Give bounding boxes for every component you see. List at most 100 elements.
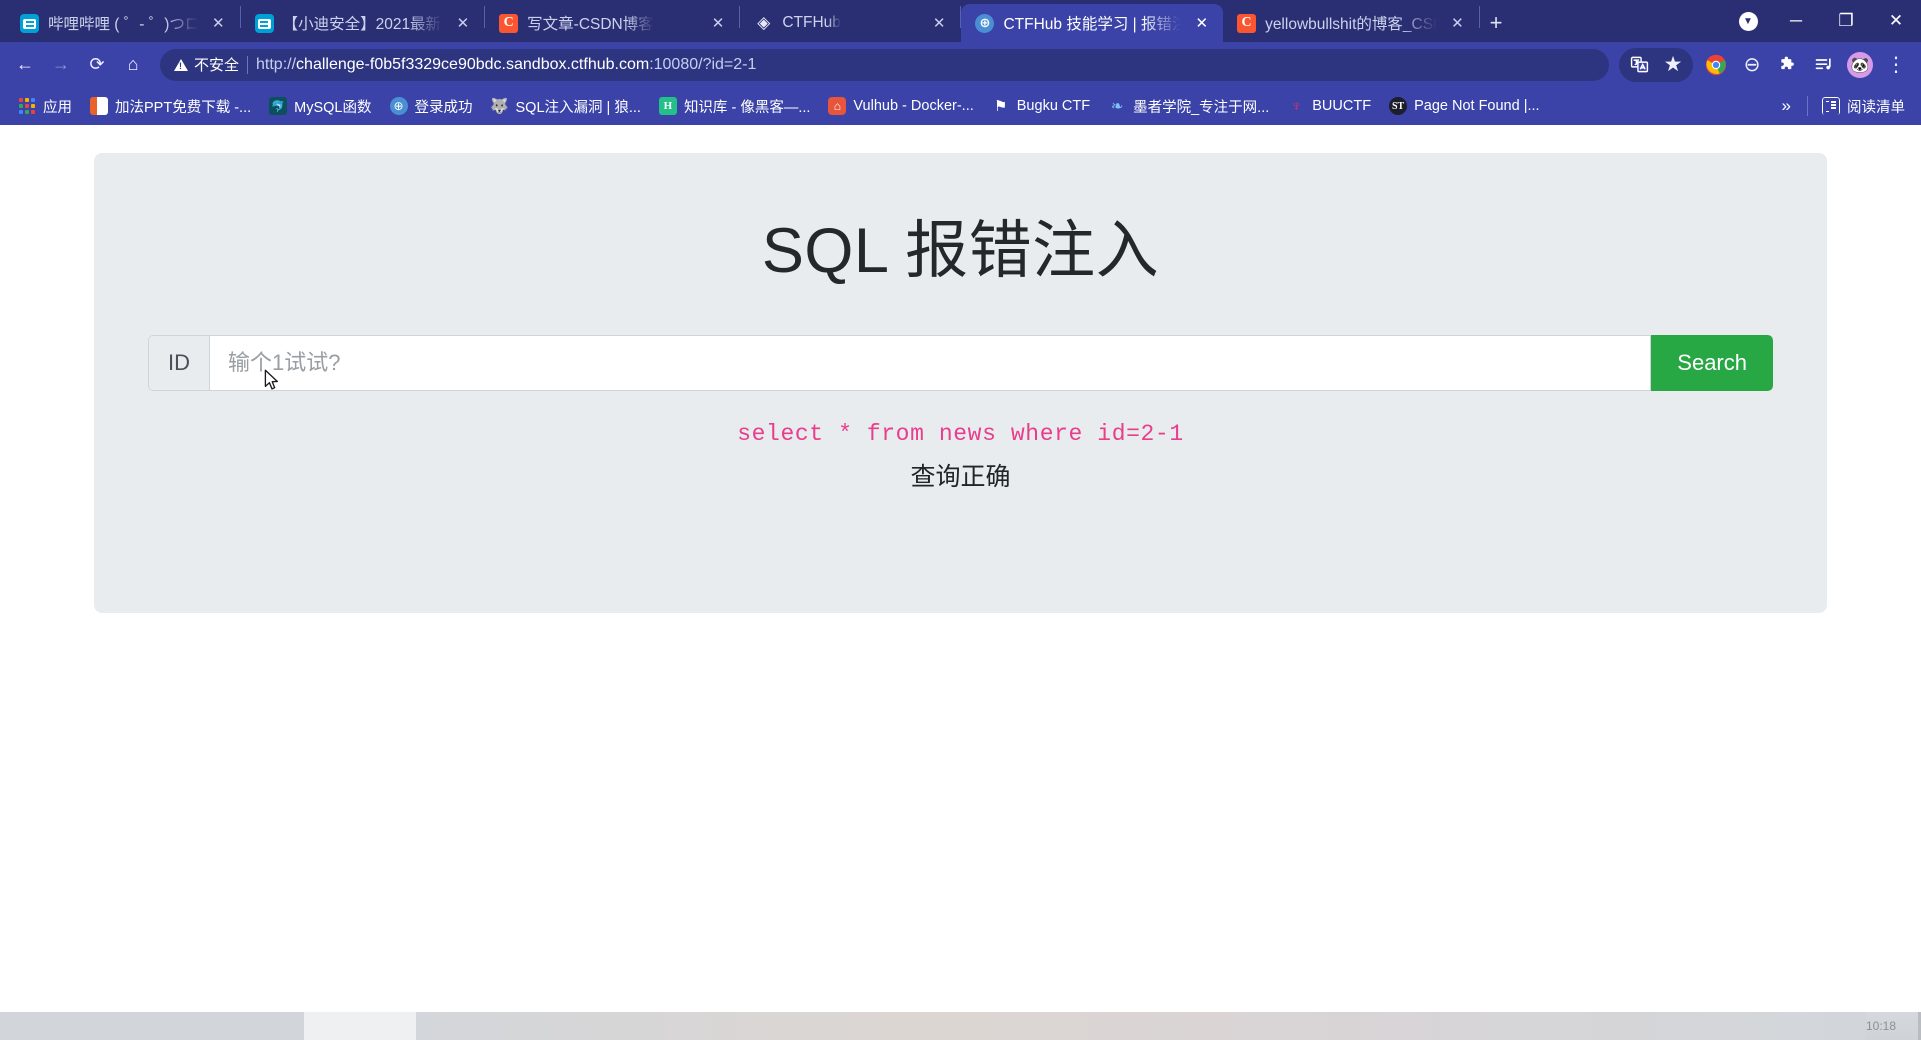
st-icon: ST — [1389, 97, 1408, 115]
search-button[interactable]: Search — [1651, 335, 1773, 392]
bookmark-item-mysql[interactable]: 🐬 MySQL函数 — [261, 92, 379, 121]
wolf-icon: 🐺 — [490, 98, 509, 115]
tab-close-button[interactable]: ✕ — [707, 13, 730, 34]
reload-button[interactable]: ⟳ — [80, 48, 114, 82]
block-circle-icon[interactable]: ⊖ — [1735, 48, 1769, 82]
warning-triangle-icon — [174, 58, 188, 71]
tab-strip: 哔哩哔哩 ( ゜- ゜)つロ 干杯~ ✕ 【小迪安全】2021最新 web ✕ … — [0, 0, 1921, 42]
bookmark-item-vulhub[interactable]: ⌂ Vulhub - Docker-... — [820, 93, 981, 119]
extensions-puzzle-icon[interactable] — [1771, 48, 1805, 82]
home-button[interactable]: ⌂ — [116, 48, 150, 82]
chrome-logo-icon[interactable] — [1699, 48, 1733, 82]
toolbar-actions: ★ ⊖ 🐼 ⋮ — [1619, 47, 1913, 82]
vulhub-icon: ⌂ — [828, 97, 847, 115]
page-viewport: SQL 报错注入 ID Search select * from news wh… — [0, 125, 1921, 1040]
globe-icon: ⊕ — [389, 97, 408, 115]
bookmark-label: Vulhub - Docker-... — [853, 98, 974, 114]
address-bar[interactable]: 不安全 http://challenge-f0b5f3329ce90bdc.sa… — [160, 48, 1609, 81]
bookmarks-divider — [1807, 96, 1808, 116]
csdn-icon: C — [499, 13, 519, 33]
translate-icon[interactable] — [1622, 48, 1656, 82]
reading-list-label: 阅读清单 — [1847, 99, 1905, 116]
browser-tab-2[interactable]: 【小迪安全】2021最新 web ✕ — [241, 4, 485, 42]
reading-list-button[interactable]: 阅读清单 — [1814, 92, 1913, 121]
tab-close-button[interactable]: ✕ — [452, 13, 475, 34]
id-label: ID — [148, 335, 209, 392]
bookmark-label: 应用 — [43, 99, 72, 116]
bilibili-icon — [254, 13, 274, 33]
sql-query-text: select * from news where id=2-1 — [737, 421, 1184, 448]
jumbotron-card: SQL 报错注入 ID Search select * from news wh… — [94, 153, 1827, 613]
bilibili-icon — [20, 13, 39, 33]
tab-close-button[interactable]: ✕ — [1446, 13, 1469, 34]
tab-title: CTFHub 技能学习 | 报错注 — [1003, 16, 1182, 33]
bookmark-star-icon[interactable]: ★ — [1656, 48, 1690, 82]
buuctf-icon: ♆ — [1290, 97, 1302, 115]
id-input[interactable] — [209, 335, 1652, 392]
bookmark-item-pagenotfound[interactable]: ST Page Not Found |... — [1381, 93, 1547, 119]
bookmark-apps[interactable]: 应用 — [10, 92, 80, 121]
forward-button[interactable]: → — [44, 48, 78, 82]
bookmark-item-buuctf[interactable]: ♆ BUUCTF — [1279, 93, 1379, 119]
media-list-icon[interactable] — [1807, 48, 1841, 82]
bookmark-label: 加法PPT免费下载 -... — [115, 99, 252, 116]
browser-tab-1[interactable]: 哔哩哔哩 ( ゜- ゜)つロ 干杯~ ✕ — [6, 4, 240, 42]
tab-title: yellowbullshit的博客_CSD — [1265, 16, 1438, 33]
omnibox-actions-pill: ★ — [1619, 47, 1693, 82]
bookmark-label: Page Not Found |... — [1414, 98, 1540, 114]
knowledge-icon: H — [658, 97, 677, 115]
bookmark-item-mozhe[interactable]: ❧ 墨者学院_专注于网... — [1100, 92, 1277, 121]
browser-tab-4[interactable]: ◈ CTFHub ✕ — [740, 4, 960, 42]
bookmark-label: 登录成功 — [414, 99, 473, 116]
tab-close-button[interactable]: ✕ — [928, 13, 951, 34]
mozhe-icon: ❧ — [1110, 98, 1124, 115]
not-secure-label: 不安全 — [194, 57, 240, 74]
browser-window: 哔哩哔哩 ( ゜- ゜)つロ 干杯~ ✕ 【小迪安全】2021最新 web ✕ … — [0, 0, 1921, 1040]
bookmark-item-bugku[interactable]: ⚑ Bugku CTF — [984, 93, 1098, 119]
bookmarks-overflow-button[interactable]: » — [1772, 94, 1801, 118]
browser-tab-6[interactable]: C yellowbullshit的博客_CSD ✕ — [1223, 4, 1479, 42]
tab-title: 【小迪安全】2021最新 web — [282, 16, 443, 33]
panda-avatar-icon: 🐼 — [1847, 51, 1873, 78]
windows-taskbar[interactable]: 10:18 — [0, 1012, 1921, 1040]
csdn-icon: C — [1237, 13, 1257, 33]
window-controls: ▼ ─ ❐ ✕ — [1729, 0, 1921, 42]
bookmark-item-ppt[interactable]: 加法PPT免费下载 -... — [82, 92, 259, 121]
bookmark-item-sqlinject[interactable]: 🐺 SQL注入漏洞 | 狼... — [483, 92, 649, 121]
tab-close-button[interactable]: ✕ — [207, 13, 230, 34]
taskbar-clock[interactable]: 10:18 — [1866, 1019, 1896, 1033]
url-path: :10080/?id=2-1 — [649, 55, 757, 73]
tab-close-button[interactable]: ✕ — [1190, 13, 1213, 34]
minimize-button[interactable]: ─ — [1771, 0, 1821, 42]
apps-grid-icon — [18, 97, 36, 115]
back-button[interactable]: ← — [8, 48, 42, 82]
reading-list-icon — [1822, 97, 1840, 115]
profile-chip-button[interactable]: ▼ — [1729, 2, 1767, 40]
mysql-icon: 🐬 — [269, 97, 288, 115]
bookmark-item-login[interactable]: ⊕ 登录成功 — [382, 92, 481, 121]
not-secure-indicator[interactable]: 不安全 — [174, 54, 239, 75]
flag-icon: ⚑ — [994, 98, 1008, 115]
bookmark-label: 知识库 - 像黑客—... — [683, 99, 811, 116]
maximize-button[interactable]: ❐ — [1821, 0, 1871, 42]
taskbar-segment-active — [304, 1012, 416, 1040]
browser-menu-button[interactable]: ⋮ — [1879, 48, 1913, 82]
query-result-message: 查询正确 — [910, 463, 1011, 492]
new-tab-button[interactable]: + — [1480, 10, 1513, 42]
sql-query-form: ID Search — [148, 335, 1773, 392]
bookmark-item-knowledge[interactable]: H 知识库 - 像黑客—... — [651, 92, 818, 121]
chevron-down-icon: ▼ — [1738, 11, 1758, 31]
browser-tab-3[interactable]: C 写文章-CSDN博客 ✕ — [485, 4, 739, 42]
url-host: challenge-f0b5f3329ce90bdc.sandbox.ctfhu… — [296, 55, 650, 73]
tab-title: 哔哩哔哩 ( ゜- ゜)つロ 干杯~ — [48, 16, 198, 33]
ppt-icon — [90, 97, 108, 115]
bookmark-label: SQL注入漏洞 | 狼... — [515, 99, 641, 116]
close-window-button[interactable]: ✕ — [1871, 0, 1921, 42]
bookmark-label: Bugku CTF — [1016, 98, 1091, 114]
browser-toolbar: ← → ⟳ ⌂ 不安全 http://challenge-f0b5f3329ce… — [0, 42, 1921, 87]
bookmark-label: BUUCTF — [1312, 98, 1372, 114]
avatar[interactable]: 🐼 — [1843, 48, 1877, 82]
browser-tab-5-active[interactable]: ⊕ CTFHub 技能学习 | 报错注 ✕ — [961, 4, 1224, 42]
ctfhub-icon: ◈ — [757, 13, 771, 33]
bookmarks-bar: 应用 加法PPT免费下载 -... 🐬 MySQL函数 ⊕ 登录成功 🐺 SQL… — [0, 87, 1921, 125]
